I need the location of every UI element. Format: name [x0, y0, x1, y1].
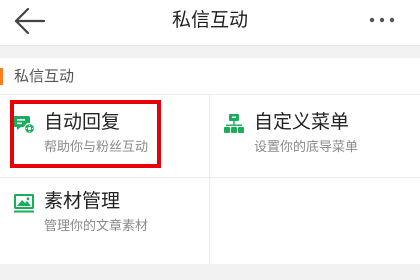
material-management-tile[interactable]: 素材管理 管理你的文章素材: [0, 178, 210, 264]
top-navigation-bar: 私信互动: [0, 0, 420, 46]
section-title: 私信互动: [14, 67, 75, 85]
material-management-description: 管理你的文章素材: [44, 219, 149, 234]
highlight-annotation-box: [10, 100, 161, 168]
more-dots-icon: [369, 17, 395, 23]
more-options-button[interactable]: [360, 8, 404, 36]
custom-menu-label: 自定义菜单: [254, 111, 350, 133]
arrow-left-icon: [14, 7, 46, 35]
section-accent-bar: [0, 68, 3, 85]
custom-menu-description: 设置你的底导菜单: [254, 140, 359, 155]
back-button[interactable]: [8, 4, 52, 40]
material-management-label: 素材管理: [44, 190, 121, 212]
custom-menu-icon: [223, 113, 245, 135]
section-header: 私信互动: [0, 58, 420, 95]
page-title: 私信互动: [171, 9, 248, 31]
empty-tile: [210, 178, 420, 264]
custom-menu-tile[interactable]: 自定义菜单 设置你的底导菜单: [210, 95, 420, 178]
material-icon: [13, 192, 35, 214]
